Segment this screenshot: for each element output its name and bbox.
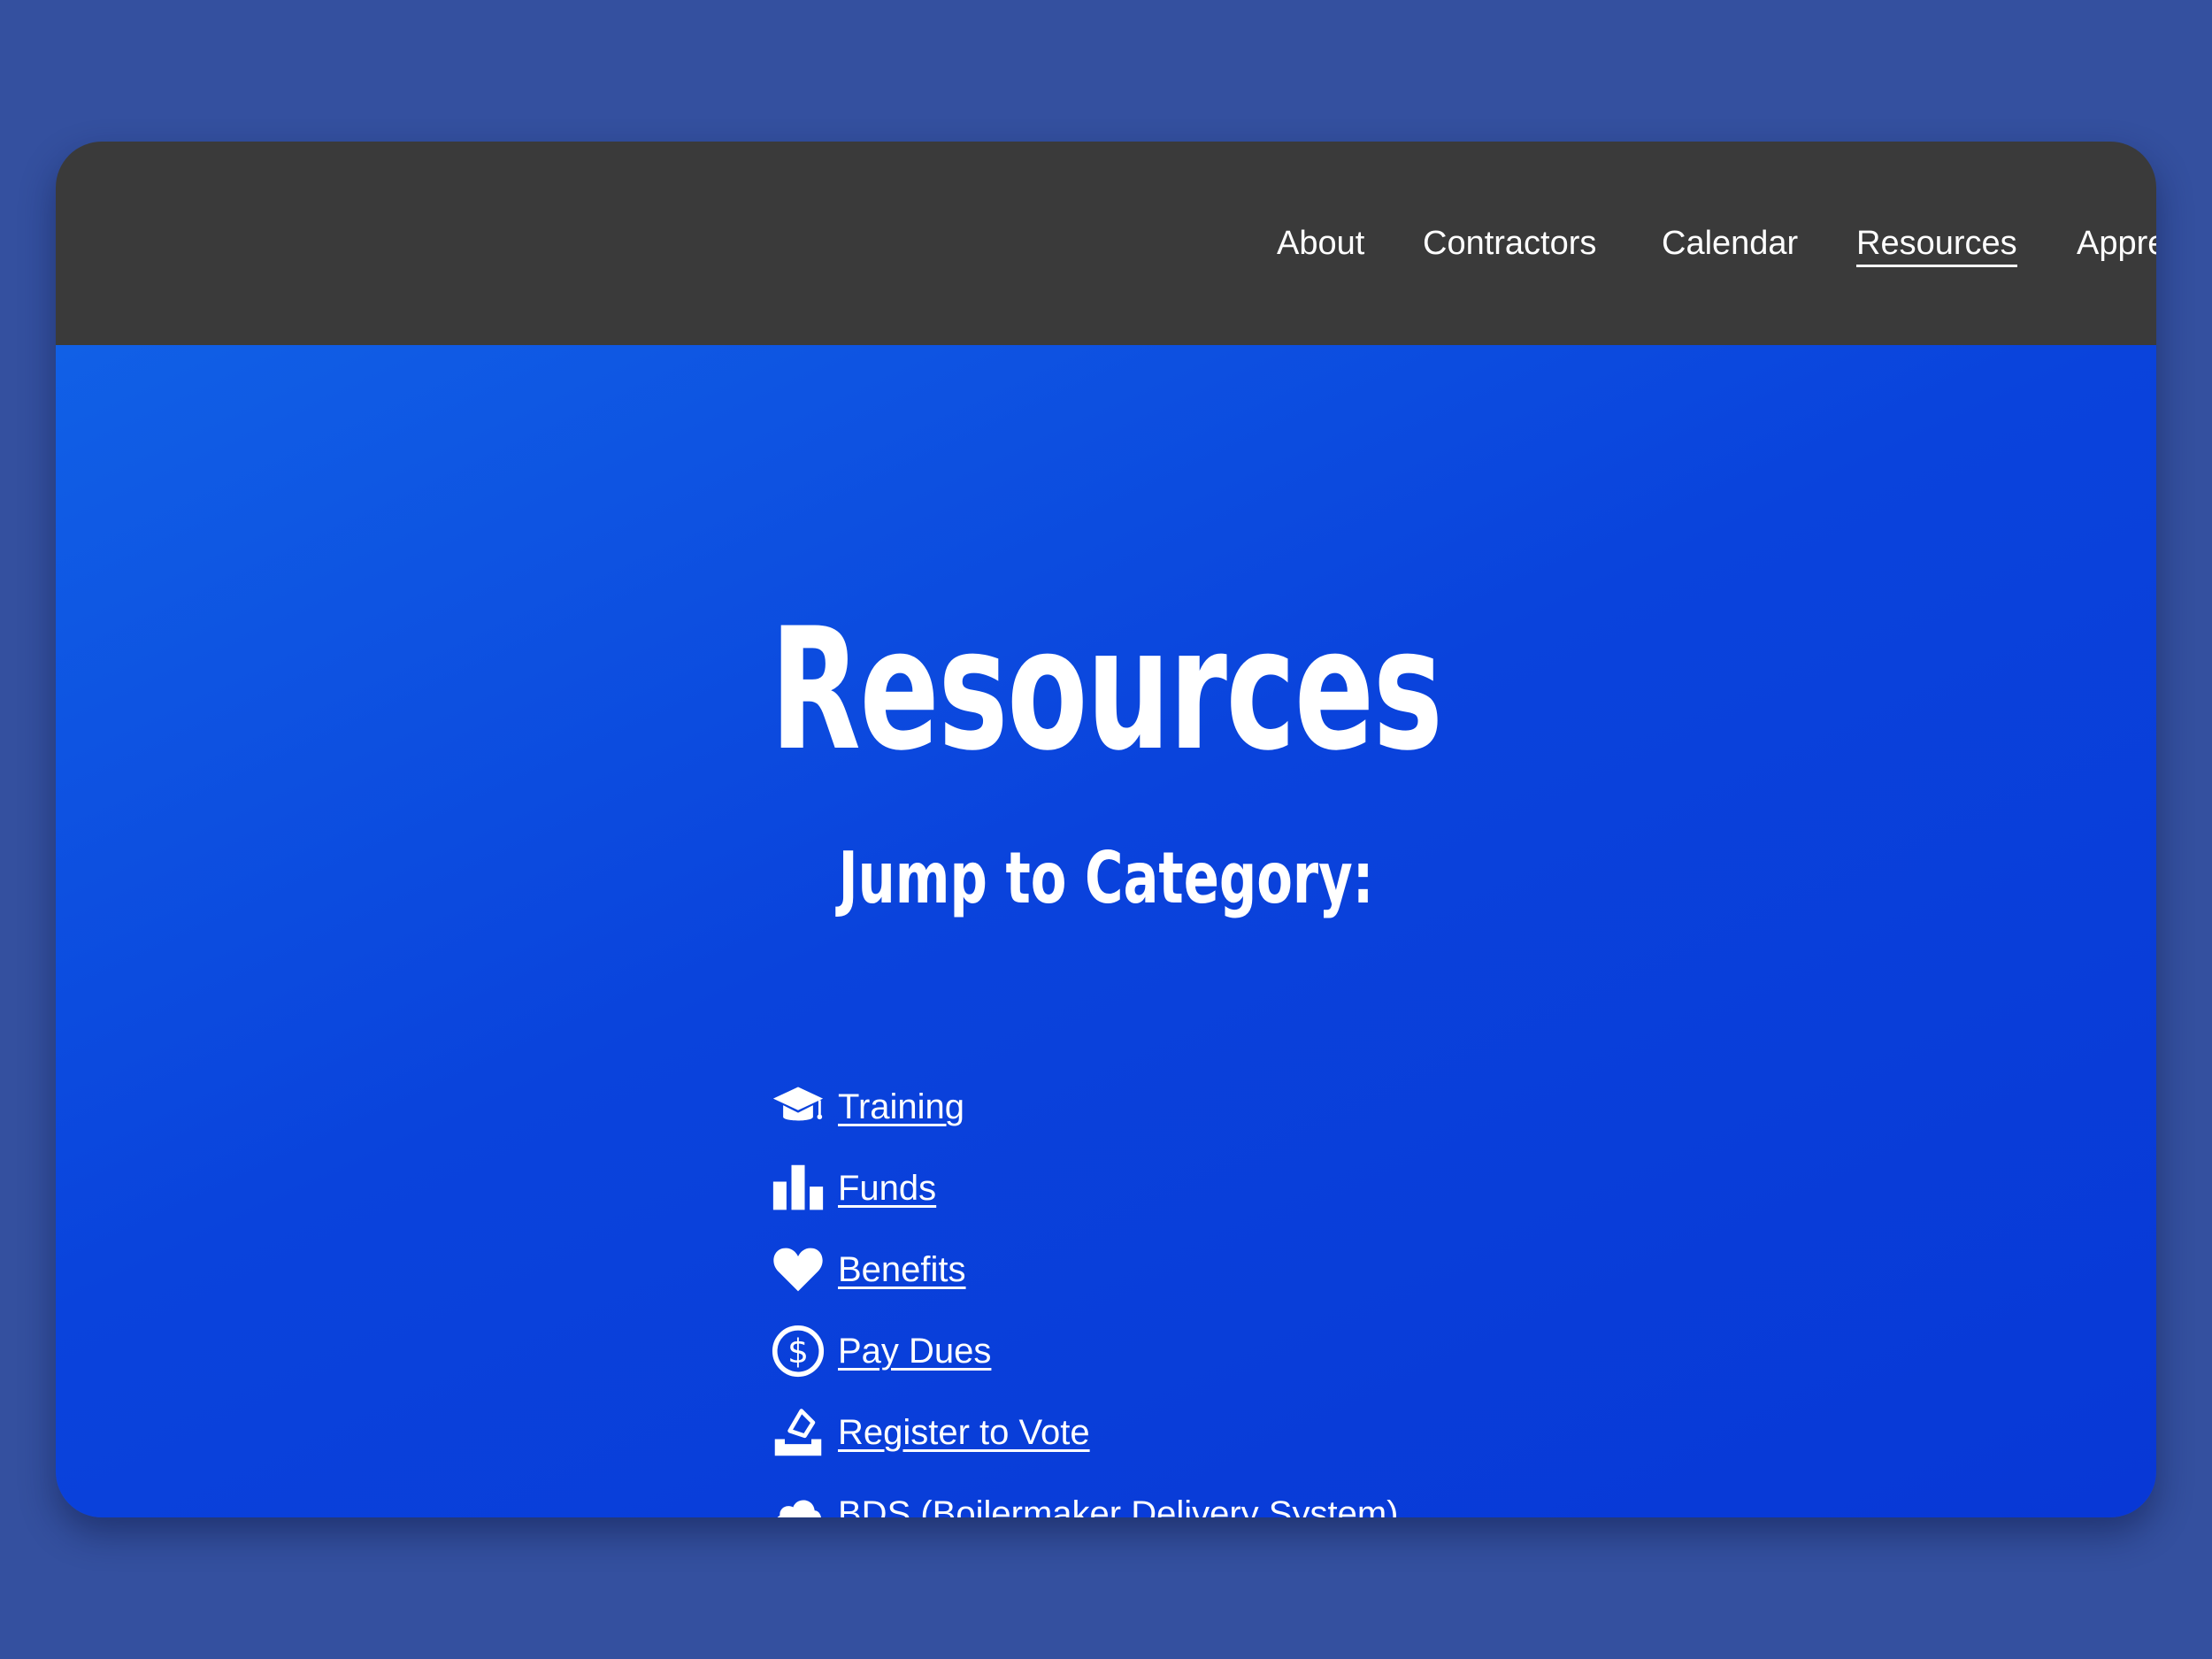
dollar-circle-icon: $ [771,1324,826,1379]
category-link-bds[interactable]: BDS (Boilermaker Delivery System) [838,1493,1398,1517]
category-list: Training Funds Benefits $ Pay Dues Regis… [771,1066,1398,1517]
bar-chart-icon [771,1161,826,1216]
nav-link-apprenticeship[interactable]: Apprenti [2077,223,2156,264]
main-nav: About Contractors Calendar Resources App… [1222,142,2156,345]
category-link-benefits[interactable]: Benefits [838,1248,966,1291]
heart-icon [771,1242,826,1297]
browser-window: About Contractors Calendar Resources App… [56,142,2156,1517]
cloud-icon [771,1486,826,1517]
jump-to-category-heading: Jump to Category: [838,837,1374,919]
nav-link-about[interactable]: About [1277,223,1364,264]
graduation-cap-icon [771,1079,826,1134]
nav-link-contractors[interactable]: Contractors [1423,223,1596,264]
ballot-box-icon [771,1405,826,1460]
category-item-register-to-vote: Register to Vote [771,1392,1398,1473]
category-link-funds[interactable]: Funds [838,1167,936,1210]
category-link-pay-dues[interactable]: Pay Dues [838,1330,991,1372]
page-title: Resources [770,592,1442,787]
category-item-bds: BDS (Boilermaker Delivery System) [771,1473,1398,1517]
top-navigation-bar: About Contractors Calendar Resources App… [56,142,2156,345]
nav-link-resources[interactable]: Resources [1856,223,2017,267]
category-item-training: Training [771,1066,1398,1148]
category-link-register-to-vote[interactable]: Register to Vote [838,1411,1090,1454]
category-item-pay-dues: $ Pay Dues [771,1310,1398,1392]
category-item-benefits: Benefits [771,1229,1398,1310]
svg-text:$: $ [787,1332,809,1371]
category-item-funds: Funds [771,1148,1398,1229]
nav-link-calendar[interactable]: Calendar [1662,223,1798,264]
category-link-training[interactable]: Training [838,1086,964,1128]
resources-hero: Resources Jump to Category: Training Fun… [56,345,2156,1517]
